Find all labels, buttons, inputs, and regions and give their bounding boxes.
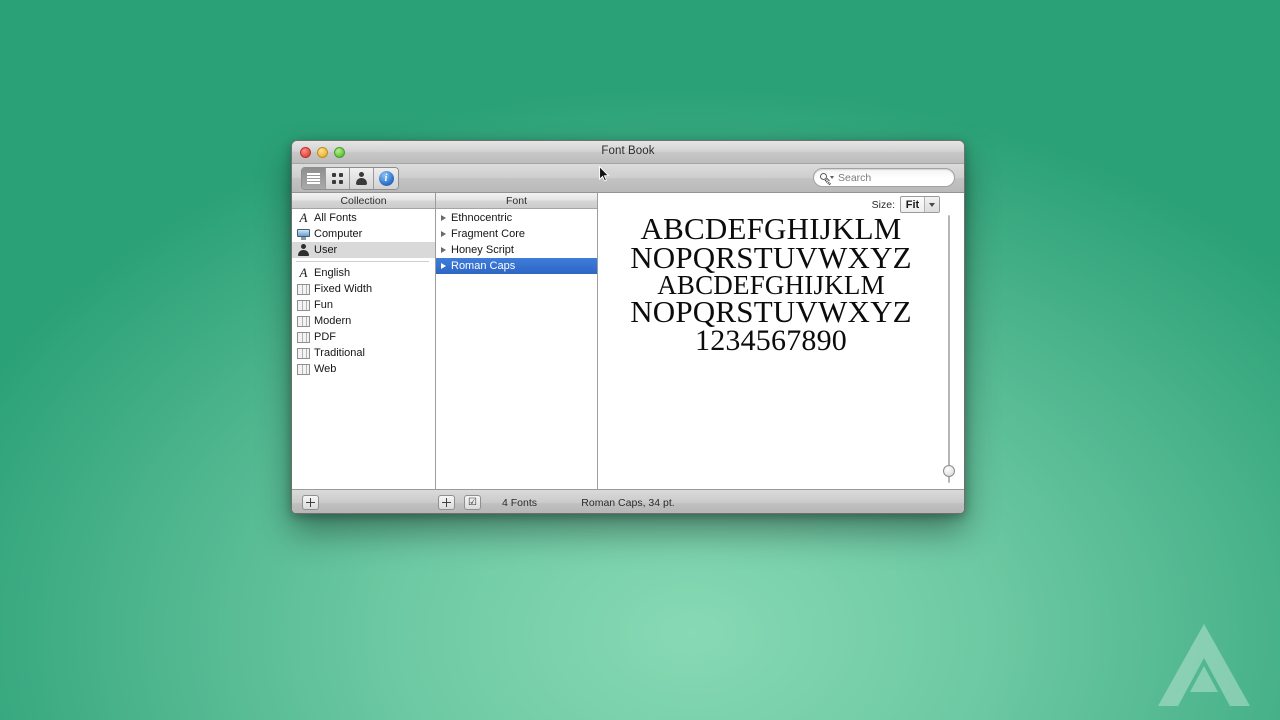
- italic-a-icon: A: [299, 265, 308, 280]
- sidebar-item-fun[interactable]: Fun: [292, 297, 435, 313]
- sidebar-item-fixed-width[interactable]: Fixed Width: [292, 281, 435, 297]
- list-item[interactable]: Fragment Core: [436, 226, 597, 242]
- sidebar-item-label: PDF: [314, 331, 336, 343]
- view-mode-group: i: [301, 167, 399, 190]
- font-pane: Font Ethnocentric Fragment Core Honey Sc…: [436, 193, 598, 489]
- chevron-down-icon[interactable]: [924, 197, 939, 212]
- preview-line: 1234567890: [695, 323, 847, 357]
- sidebar-item-label: All Fonts: [314, 212, 357, 224]
- sidebar-item-label: User: [314, 244, 338, 256]
- disclosure-triangle-icon[interactable]: [441, 215, 446, 221]
- font-column-header: Font: [436, 193, 597, 209]
- info-button[interactable]: i: [374, 168, 398, 189]
- collection-list: A All Fonts Computer User A English Fixe…: [292, 209, 435, 377]
- collection-pane: Collection A All Fonts Computer User A E…: [292, 193, 436, 489]
- preview-line: NOPQRSTUVWXYZ: [630, 239, 912, 275]
- sidebar-item-web[interactable]: Web: [292, 361, 435, 377]
- list-view-button[interactable]: [302, 168, 326, 189]
- person-icon: [297, 244, 310, 256]
- preview-pane: Size: Fit ABCDEFGHIJKLM NOPQRSTUVWXYZ AB…: [598, 193, 964, 489]
- font-size-slider[interactable]: [943, 215, 955, 483]
- book-icon: [297, 331, 310, 343]
- sidebar-item-label: Fun: [314, 299, 333, 311]
- window-body: Collection A All Fonts Computer User A E…: [292, 193, 964, 489]
- book-icon: [297, 363, 310, 375]
- list-view-icon: [307, 171, 320, 185]
- window-title: Font Book: [601, 145, 655, 157]
- font-name-label: Fragment Core: [451, 228, 525, 240]
- person-icon: [355, 172, 368, 185]
- sidebar-item-modern[interactable]: Modern: [292, 313, 435, 329]
- font-list: Ethnocentric Fragment Core Honey Script …: [436, 209, 597, 274]
- sidebar-item-label: Computer: [314, 228, 363, 240]
- book-icon: [297, 347, 310, 359]
- sidebar-item-label: English: [314, 267, 351, 279]
- disclosure-triangle-icon[interactable]: [441, 247, 446, 253]
- size-label: Size:: [871, 198, 895, 211]
- font-book-window: Font Book i Search Collection A All Font…: [291, 140, 965, 514]
- sidebar-item-label: Modern: [314, 315, 352, 327]
- window-titlebar[interactable]: Font Book: [292, 141, 964, 164]
- sidebar-item-label: Web: [314, 363, 337, 375]
- disclosure-triangle-icon[interactable]: [441, 231, 446, 237]
- mouse-cursor: [599, 166, 610, 182]
- monitor-icon: [297, 228, 310, 240]
- sidebar-item-pdf[interactable]: PDF: [292, 329, 435, 345]
- grid-view-button[interactable]: [326, 168, 350, 189]
- search-placeholder: Search: [838, 171, 872, 184]
- sidebar-item-computer[interactable]: Computer: [292, 226, 435, 242]
- desktop-background: Font Book i Search Collection A All Font…: [0, 0, 1280, 720]
- sidebar-item-label: Fixed Width: [314, 283, 373, 295]
- book-icon: [297, 299, 310, 311]
- list-item-selected[interactable]: Roman Caps: [436, 258, 597, 274]
- list-item[interactable]: Honey Script: [436, 242, 597, 258]
- book-icon: [297, 315, 310, 327]
- size-select[interactable]: Fit: [900, 196, 940, 213]
- font-name-label: Roman Caps: [451, 260, 516, 272]
- status-bar: ☑ 4 Fonts Roman Caps, 34 pt.: [292, 489, 964, 513]
- book-icon: [297, 283, 310, 295]
- preview-line: NOPQRSTUVWXYZ: [630, 293, 912, 329]
- grid-view-icon: [332, 173, 343, 184]
- search-input[interactable]: Search: [813, 168, 955, 187]
- selected-font-status: Roman Caps, 34 pt.: [581, 497, 675, 509]
- triangle-a-logo-icon: [1158, 624, 1250, 706]
- sidebar-item-label: Traditional: [314, 347, 365, 359]
- collection-column-header: Collection: [292, 193, 435, 209]
- collection-divider: [296, 261, 429, 262]
- font-preview-text: ABCDEFGHIJKLM NOPQRSTUVWXYZ ABCDEFGHIJKL…: [604, 213, 938, 357]
- font-name-label: Honey Script: [451, 244, 514, 256]
- toolbar: i Search: [292, 164, 964, 193]
- sidebar-item-traditional[interactable]: Traditional: [292, 345, 435, 361]
- sidebar-item-user[interactable]: User: [292, 242, 435, 258]
- italic-a-icon: A: [299, 210, 308, 225]
- sidebar-item-all-fonts[interactable]: A All Fonts: [292, 210, 435, 226]
- info-icon: i: [378, 171, 394, 186]
- sidebar-item-english[interactable]: A English: [292, 265, 435, 281]
- list-item[interactable]: Ethnocentric: [436, 210, 597, 226]
- user-button[interactable]: [350, 168, 374, 189]
- slider-knob[interactable]: [943, 465, 955, 477]
- search-icon: [820, 172, 834, 184]
- disclosure-triangle-icon[interactable]: [441, 263, 446, 269]
- size-value: Fit: [905, 198, 920, 211]
- font-name-label: Ethnocentric: [451, 212, 513, 224]
- slider-track: [948, 215, 950, 483]
